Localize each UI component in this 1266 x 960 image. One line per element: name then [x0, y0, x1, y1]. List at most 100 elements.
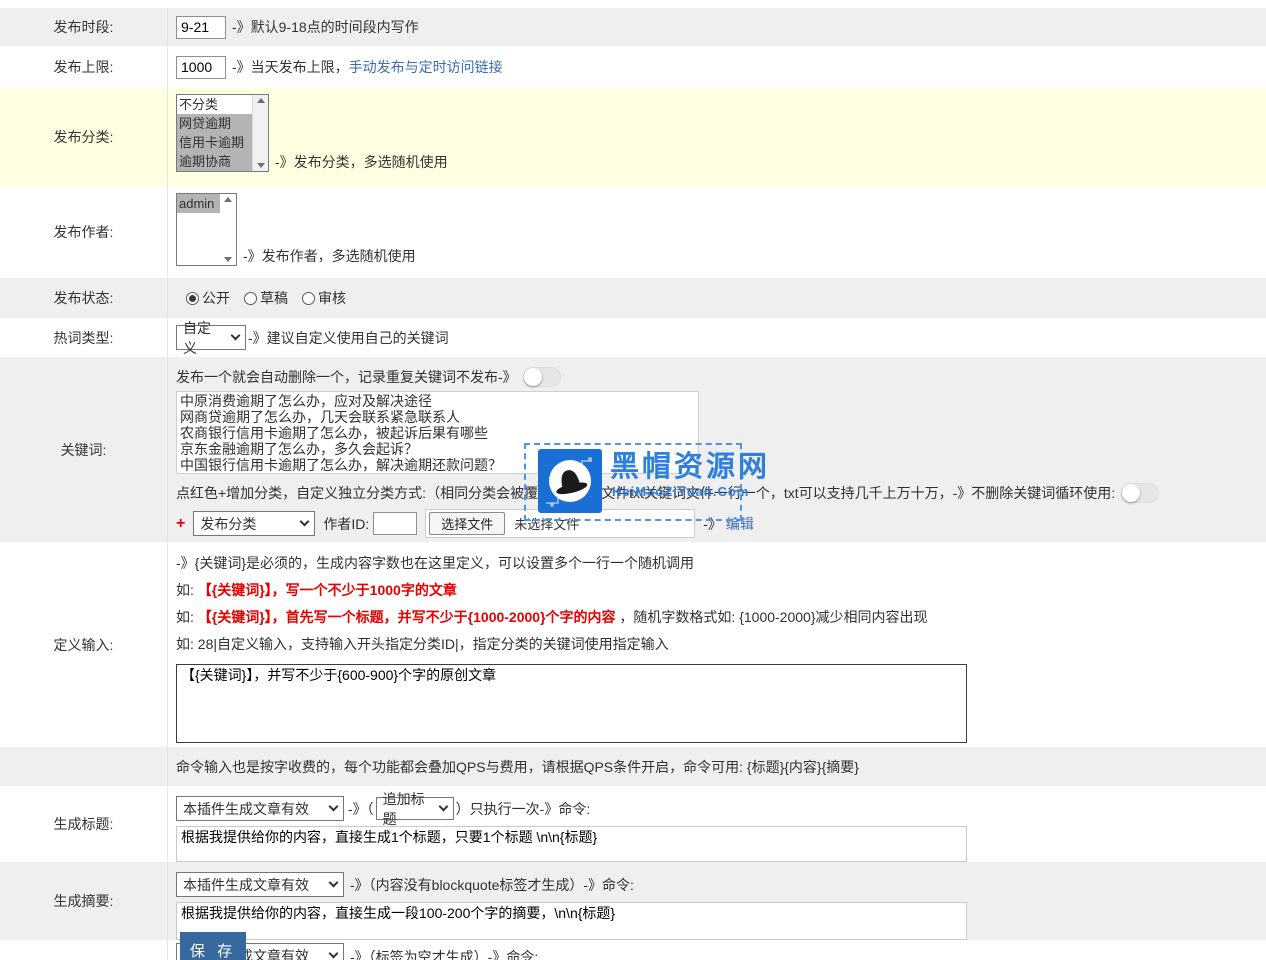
chevron-down-icon: [300, 517, 310, 527]
publish-time-row: 发布时段: -》默认9-18点的时间段内写作: [0, 8, 1266, 46]
gen-title-append-select[interactable]: 追加标题: [376, 797, 454, 820]
category-listbox[interactable]: 不分类 网贷逾期 信用卡逾期 逾期协商: [176, 94, 269, 172]
publish-category-desc: -》发布分类，多选随机使用: [275, 152, 448, 172]
add-category-button[interactable]: +: [176, 515, 185, 533]
red-example-2: 【{关键词}】，首先写一个标题，并写不少于{1000-2000}个字的内容: [198, 609, 616, 625]
scroll-down-icon[interactable]: [257, 163, 265, 168]
define-input-hint-1: -》{关键词}是必须的，生成内容字数也在这里定义，可以设置多个一行一个随机调用: [176, 554, 694, 573]
gen-title-mode-select[interactable]: 本插件生成文章有效: [176, 796, 344, 821]
gen-summary-label: 生成摘要:: [0, 862, 168, 940]
scroll-up-icon[interactable]: [224, 197, 232, 202]
publish-time-desc: -》默认9-18点的时间段内写作: [232, 17, 419, 37]
category-listbox-scrollbar[interactable]: [252, 95, 268, 171]
radio-public[interactable]: [186, 292, 199, 305]
top-spacer: [0, 0, 1266, 8]
author-id-input[interactable]: [373, 512, 417, 535]
chevron-down-icon: [329, 878, 339, 888]
gen-summary-mode-value: 本插件生成文章有效: [183, 875, 309, 895]
publish-category-row: 发布分类: 不分类 网贷逾期 信用卡逾期 逾期协商 -》发布分类，多选随机使用: [0, 88, 1266, 186]
command-note-row: 命令输入也是按字收费的，每个功能都会叠加QPS与费用，请根据QPS条件开启，命令…: [0, 747, 1266, 786]
chevron-down-icon: [329, 802, 339, 812]
radio-review[interactable]: [302, 292, 315, 305]
keyword-category-value: 发布分类: [200, 514, 256, 534]
chevron-down-icon: [438, 802, 448, 812]
publish-category-label: 发布分类:: [0, 88, 168, 186]
gen-summary-command-textarea[interactable]: 根据我提供给你的内容，直接生成一段100-200个字的摘要，\n\n{标题}: [176, 902, 967, 940]
edit-link[interactable]: 编辑: [726, 514, 754, 534]
category-option[interactable]: 逾期协商: [177, 152, 252, 171]
command-note-label-empty: [0, 747, 168, 786]
keyword-category-select[interactable]: 发布分类: [193, 511, 315, 536]
choose-file-button[interactable]: 选择文件: [429, 512, 505, 535]
publish-limit-row: 发布上限: -》当天发布上限， 手动发布与定时访问链接: [0, 46, 1266, 88]
radio-review-label: 审核: [318, 288, 346, 308]
author-listbox[interactable]: admin: [176, 193, 237, 266]
red-example-1: 【{关键词}】，写一个不少于1000字的文章: [198, 582, 457, 598]
author-listbox-scrollbar[interactable]: [220, 194, 236, 265]
toggle-knob-icon: [1122, 484, 1140, 502]
gen-title-mid-1: -》（: [348, 799, 374, 819]
define-input-label: 定义输入:: [0, 542, 168, 747]
gen-tag-label-empty: [0, 940, 168, 960]
keywords-row: 关键词: 发布一个就会自动删除一个，记录重复关键词不发布-》 中原消费逾期了怎么…: [0, 357, 1266, 542]
author-option[interactable]: admin: [177, 194, 220, 213]
edit-arrow-text: -》: [703, 514, 722, 534]
category-option[interactable]: 信用卡逾期: [177, 133, 252, 152]
gen-summary-mode-select[interactable]: 本插件生成文章有效: [176, 872, 344, 897]
define-input-textarea[interactable]: 【{关键词}】，并写不少于{600-900}个字的原创文章: [176, 664, 967, 743]
chevron-down-icon: [231, 331, 241, 341]
keyword-line: 中原消费逾期了怎么办，应对及解决途径: [180, 393, 695, 409]
save-button[interactable]: 保 存: [180, 932, 246, 960]
gen-summary-mid: -》（内容没有blockquote标签才生成）-》命令:: [350, 875, 634, 895]
publish-status-row: 发布状态: 公开 草稿 审核: [0, 278, 1266, 318]
publish-time-input[interactable]: [176, 16, 226, 39]
publish-status-label: 发布状态:: [0, 278, 168, 318]
radio-draft[interactable]: [244, 292, 257, 305]
gen-title-mode-value: 本插件生成文章有效: [183, 799, 309, 819]
publish-time-label: 发布时段:: [0, 8, 168, 46]
hotword-type-row: 热词类型: 自定义 -》建议自定义使用自己的关键词: [0, 318, 1266, 357]
hotword-type-select[interactable]: 自定义: [176, 325, 246, 350]
gen-title-row: 生成标题: 本插件生成文章有效 -》（ 追加标题 ）只执行一次-》命令: 根据我…: [0, 786, 1266, 862]
publish-author-desc: -》发布作者，多选随机使用: [243, 246, 416, 266]
publish-limit-input[interactable]: [176, 56, 226, 79]
gen-title-mid-2: ）只执行一次-》命令:: [456, 799, 591, 819]
scroll-down-icon[interactable]: [224, 257, 232, 262]
auto-delete-toggle[interactable]: [523, 367, 561, 387]
radio-draft-label: 草稿: [260, 288, 288, 308]
manual-publish-link[interactable]: 手动发布与定时访问链接: [349, 57, 503, 77]
keep-keywords-toggle[interactable]: [1121, 483, 1159, 503]
scroll-up-icon[interactable]: [257, 98, 265, 103]
radio-dot: [189, 295, 196, 302]
keywords-textarea[interactable]: 中原消费逾期了怎么办，应对及解决途径 网商贷逾期了怎么办，几天会联系紧急联系人 …: [176, 391, 699, 474]
category-option[interactable]: 不分类: [177, 95, 252, 114]
keyword-line: 中国银行信用卡逾期了怎么办，解决逾期还款问题？: [180, 457, 695, 473]
keyword-line: 网商贷逾期了怎么办，几天会联系紧急联系人: [180, 409, 695, 425]
keyword-line: 农商银行信用卡逾期了怎么办，被起诉后果有哪些: [180, 425, 695, 441]
define-input-hint-4: 如: 28|自定义输入，支持输入开头指定分类ID|，指定分类的关键词使用指定输入: [176, 635, 669, 654]
gen-title-label: 生成标题:: [0, 786, 168, 862]
gen-tag-mid: -》（标签为空才生成）-》命令:: [350, 943, 538, 960]
hotword-type-desc: -》建议自定义使用自己的关键词: [248, 328, 449, 348]
hotword-type-value: 自定义: [183, 318, 224, 358]
file-upload-box: 选择文件 未选择文件: [425, 509, 695, 538]
toggle-knob-icon: [524, 368, 542, 386]
publish-author-row: 发布作者: admin -》发布作者，多选随机使用: [0, 186, 1266, 278]
auto-delete-text: 发布一个就会自动删除一个，记录重复关键词不发布-》: [176, 367, 517, 387]
category-option[interactable]: 网贷逾期: [177, 114, 252, 133]
publish-limit-label: 发布上限:: [0, 46, 168, 88]
publish-author-label: 发布作者:: [0, 186, 168, 278]
publish-limit-desc: -》当天发布上限，: [232, 57, 349, 77]
hotword-type-label: 热词类型:: [0, 318, 168, 357]
chevron-down-icon: [329, 949, 339, 959]
define-input-hint-3: 如: 【{关键词}】，首先写一个标题，并写不少于{1000-2000}个字的内容…: [176, 608, 928, 627]
author-id-label: 作者ID:: [323, 514, 369, 534]
keywords-tip-text: 点红色+增加分类，自定义独立分类方式:（相同分类会被覆盖），上传文件txt关键词…: [176, 483, 1115, 503]
file-status-text: 未选择文件: [514, 514, 579, 533]
radio-public-label: 公开: [202, 288, 230, 308]
keywords-label: 关键词:: [0, 357, 168, 542]
define-input-row: 定义输入: -》{关键词}是必须的，生成内容字数也在这里定义，可以设置多个一行一…: [0, 542, 1266, 747]
gen-title-command-textarea[interactable]: 根据我提供给你的内容，直接生成1个标题，只要1个标题 \n\n{标题}: [176, 826, 967, 862]
plugin-settings-form: 发布时段: -》默认9-18点的时间段内写作 发布上限: -》当天发布上限， 手…: [0, 0, 1266, 960]
gen-title-append-value: 追加标题: [383, 789, 432, 829]
